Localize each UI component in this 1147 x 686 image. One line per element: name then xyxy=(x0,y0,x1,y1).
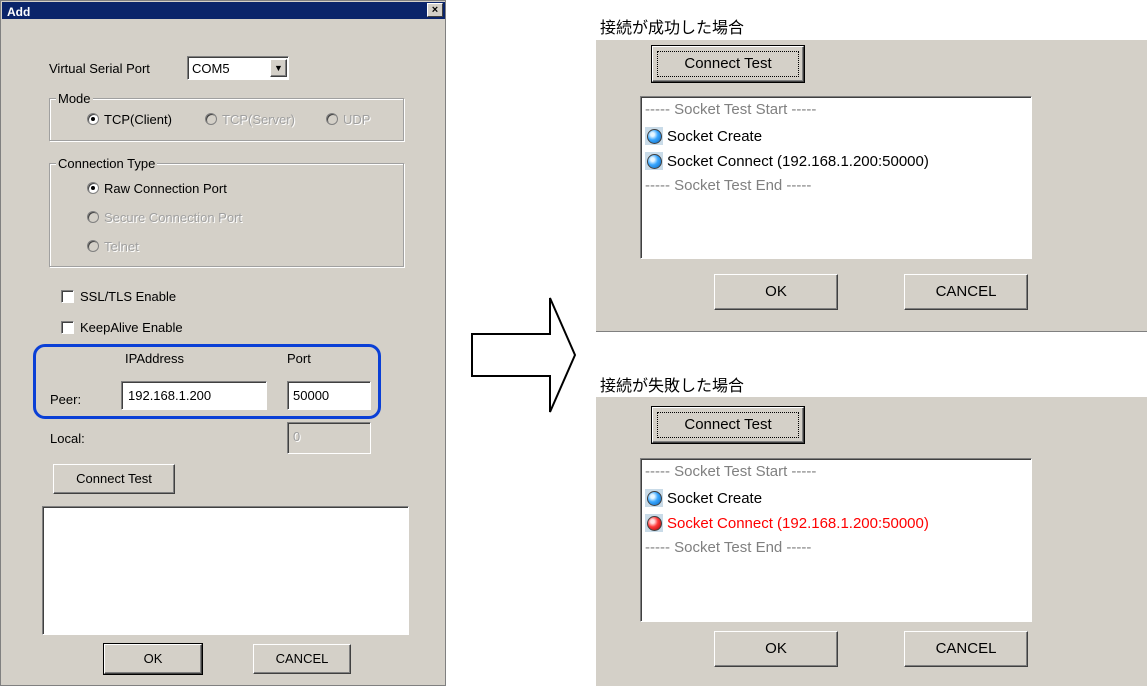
chevron-down-icon[interactable]: ▼ xyxy=(270,59,287,77)
com-port-value: COM5 xyxy=(192,61,230,76)
blue-status-icon xyxy=(645,152,663,170)
failure-log[interactable]: ----- Socket Test Start ----- Socket Cre… xyxy=(640,458,1032,622)
red-status-icon xyxy=(645,514,663,532)
success-panel: Connect Test ----- Socket Test Start ---… xyxy=(596,40,1147,332)
mode-radio-udp[interactable] xyxy=(326,113,338,125)
mode-label-tcp-server: TCP(Server) xyxy=(222,112,295,127)
failure-heading: 接続が失敗した場合 xyxy=(600,376,745,395)
success-heading: 接続が成功した場合 xyxy=(600,18,745,37)
peer-port-value: 50000 xyxy=(293,388,330,403)
success-log-line-4: ----- Socket Test End ----- xyxy=(645,177,812,194)
com-port-select[interactable]: COM5 ▼ xyxy=(187,56,289,80)
connection-type-legend: Connection Type xyxy=(56,156,158,171)
port-column-label: Port xyxy=(287,351,311,366)
ip-column-label: IPAddress xyxy=(125,351,185,366)
failure-cancel-button[interactable]: CANCEL xyxy=(904,631,1028,667)
mode-label-tcp-client: TCP(Client) xyxy=(104,112,172,127)
conn-label-raw: Raw Connection Port xyxy=(104,181,227,196)
mode-radio-tcp-server[interactable] xyxy=(205,113,217,125)
mode-label-udp: UDP xyxy=(343,112,371,127)
cancel-button[interactable]: CANCEL xyxy=(253,644,351,674)
success-log-line-2: Socket Create xyxy=(645,127,762,145)
test-log-area[interactable] xyxy=(42,506,409,635)
add-dialog: Add × Virtual Serial Port COM5 ▼ Mode TC… xyxy=(0,0,446,686)
ssl-tls-label: SSL/TLS Enable xyxy=(80,289,177,304)
success-connect-test-button[interactable]: Connect Test xyxy=(651,45,805,83)
keepalive-label: KeepAlive Enable xyxy=(80,320,183,335)
conn-radio-raw[interactable] xyxy=(87,182,99,194)
failure-log-line-2: Socket Create xyxy=(645,489,762,507)
conn-radio-telnet[interactable] xyxy=(87,240,99,252)
local-label: Local: xyxy=(50,431,85,446)
conn-radio-secure[interactable] xyxy=(87,211,99,223)
success-log-line-1: ----- Socket Test Start ----- xyxy=(645,101,817,118)
focus-rect xyxy=(657,51,799,77)
title-bar: Add × xyxy=(2,2,445,19)
failure-ok-button[interactable]: OK xyxy=(714,631,838,667)
ssl-tls-checkbox[interactable] xyxy=(61,290,74,303)
success-log[interactable]: ----- Socket Test Start ----- Socket Cre… xyxy=(640,96,1032,259)
failure-panel: Connect Test ----- Socket Test Start ---… xyxy=(596,397,1147,686)
failure-log-line-1: ----- Socket Test Start ----- xyxy=(645,463,817,480)
mode-radio-tcp-client[interactable] xyxy=(87,113,99,125)
close-icon[interactable]: × xyxy=(427,3,443,17)
failure-log-line-3: Socket Connect (192.168.1.200:50000) xyxy=(645,514,929,532)
blue-status-icon xyxy=(645,489,663,507)
peer-port-input[interactable]: 50000 xyxy=(287,381,371,410)
blue-status-icon xyxy=(645,127,663,145)
peer-ip-input[interactable]: 192.168.1.200 xyxy=(121,381,267,410)
right-arrow-icon xyxy=(471,297,577,413)
local-port-value: 0 xyxy=(293,429,301,444)
peer-label: Peer: xyxy=(50,392,82,407)
peer-ip-value: 192.168.1.200 xyxy=(128,388,212,403)
mode-legend: Mode xyxy=(56,91,93,106)
ok-button[interactable]: OK xyxy=(103,643,203,675)
failure-connect-test-button[interactable]: Connect Test xyxy=(651,406,805,444)
success-log-line-3: Socket Connect (192.168.1.200:50000) xyxy=(645,152,929,170)
success-ok-button[interactable]: OK xyxy=(714,274,838,310)
connect-test-button[interactable]: Connect Test xyxy=(53,464,175,494)
keepalive-checkbox[interactable] xyxy=(61,321,74,334)
failure-log-line-4: ----- Socket Test End ----- xyxy=(645,539,812,556)
conn-label-telnet: Telnet xyxy=(104,239,139,254)
focus-rect xyxy=(657,412,799,438)
dialog-title: Add xyxy=(7,5,31,19)
success-cancel-button[interactable]: CANCEL xyxy=(904,274,1028,310)
virtual-serial-port-label: Virtual Serial Port xyxy=(49,61,150,76)
conn-label-secure: Secure Connection Port xyxy=(104,210,243,225)
local-port-input[interactable]: 0 xyxy=(287,422,371,454)
